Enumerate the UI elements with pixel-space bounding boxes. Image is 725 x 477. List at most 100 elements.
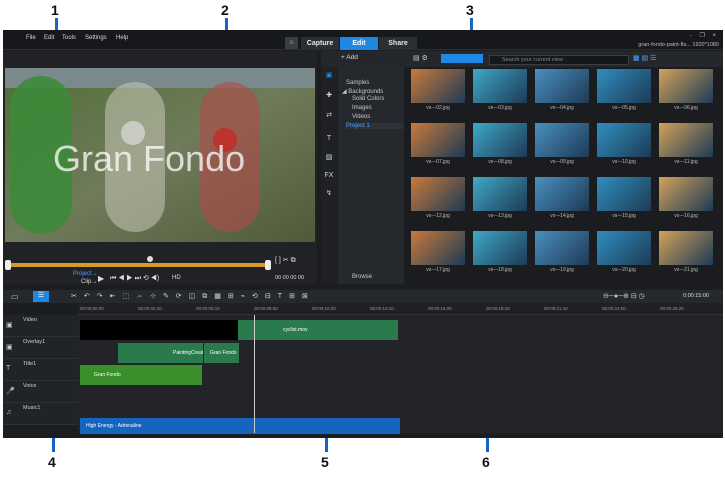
zoom-slider[interactable]: ⊖─●─⊕ ⊟ ◷ bbox=[603, 292, 645, 300]
library-category-bar: ▣ ✚ ⇄ T ▨ FX ↯ bbox=[321, 67, 337, 284]
gallery-thumbnail[interactable] bbox=[597, 231, 651, 265]
video-clip-black[interactable] bbox=[80, 320, 238, 340]
view-toggles[interactable] bbox=[441, 54, 483, 63]
ruler-tick-label: 00:00:02:20 bbox=[138, 306, 162, 311]
gallery-thumbnail[interactable] bbox=[411, 69, 465, 103]
ruler-tick-label: 00:00:18:20 bbox=[486, 306, 510, 311]
gallery-thumbnail[interactable] bbox=[473, 123, 527, 157]
instant-project-icon[interactable]: ✚ bbox=[324, 91, 334, 101]
tab-edit[interactable]: Edit bbox=[340, 37, 378, 50]
ruler-tick-label: 00:00:00:00 bbox=[80, 306, 104, 311]
hd-toggle[interactable]: HD bbox=[172, 275, 181, 281]
thumbnail-label: vs---21.jpg bbox=[674, 267, 698, 273]
track-label: Title1 bbox=[23, 361, 37, 367]
track-head-overlay: Overlay1 ▣ bbox=[3, 337, 78, 359]
track-head-music: Music1 ♫ bbox=[3, 403, 78, 425]
tree-item-images[interactable]: Images bbox=[352, 105, 372, 111]
gallery-thumbnail[interactable] bbox=[411, 177, 465, 211]
video-clip-cyclist[interactable]: cyclist.mov bbox=[238, 320, 398, 340]
thumbnail-label: vs---06.jpg bbox=[674, 105, 698, 111]
gallery-thumbnail[interactable] bbox=[535, 123, 589, 157]
gallery-thumbnail[interactable] bbox=[535, 231, 589, 265]
tab-capture[interactable]: Capture bbox=[301, 37, 339, 50]
scrubber-bar[interactable] bbox=[5, 260, 271, 270]
menu-help[interactable]: Help bbox=[116, 35, 128, 41]
menu-bar: File Edit Tools Settings Help ⌂ Capture … bbox=[3, 30, 723, 50]
ruler-tick-label: 00:00:10:20 bbox=[312, 306, 336, 311]
tab-share[interactable]: Share bbox=[379, 37, 417, 50]
thumbnail-label: vs---10.jpg bbox=[612, 159, 636, 165]
gallery-thumbnail[interactable] bbox=[535, 69, 589, 103]
preview-title-text: Gran Fondo bbox=[53, 138, 246, 179]
gallery-thumbnail[interactable] bbox=[411, 123, 465, 157]
scrubber-handle-end[interactable] bbox=[265, 260, 271, 270]
thumbnail-label: vs---18.jpg bbox=[488, 267, 512, 273]
folder-icon[interactable]: ▤ ⚙ bbox=[413, 54, 428, 62]
timeline-tracks[interactable]: cyclist.mov PaintingCreator"1 Gran Fondo… bbox=[78, 315, 723, 434]
timeline-tool-icons[interactable]: ✂↶↷⇤⬚⇔⊹✎⟳◫⧉▦⊞⌁⟲⊟T⊞⊠ bbox=[71, 292, 315, 301]
gallery-thumbnail[interactable] bbox=[473, 69, 527, 103]
video-track-icon: ▣ bbox=[6, 322, 13, 329]
timecode-display[interactable]: 00 00 00 00 bbox=[275, 275, 304, 281]
fx-icon[interactable]: FX bbox=[324, 171, 334, 181]
timeline-view-icon[interactable]: ☰ bbox=[33, 291, 49, 302]
home-icon[interactable]: ⌂ bbox=[285, 37, 298, 49]
trim-icons[interactable]: [ ] ✂ ⧉ bbox=[275, 256, 296, 265]
ruler-tick-label: 00:00:21:10 bbox=[544, 306, 568, 311]
gallery-thumbnail[interactable] bbox=[473, 177, 527, 211]
storyboard-view-icon[interactable]: ▭ bbox=[11, 292, 19, 301]
tree-item-videos[interactable]: Videos bbox=[352, 114, 370, 120]
tree-item-project[interactable]: Project 1 bbox=[346, 123, 404, 129]
library-tree: Samples ◢ Backgrounds Solid Colors Image… bbox=[338, 67, 404, 284]
graphic-icon[interactable]: ▨ bbox=[324, 153, 334, 163]
play-icon[interactable]: ▶ bbox=[98, 274, 104, 283]
project-name: gran-fondo-paint-fla... 1920*1080 bbox=[638, 42, 719, 48]
timeline-ruler[interactable]: 00:00:00:00 00:00:02:20 00:00:05:10 00:00:0… bbox=[78, 303, 723, 315]
add-folder-button[interactable]: + Add bbox=[341, 54, 358, 61]
project-mode-label[interactable]: Project→ bbox=[73, 271, 98, 277]
thumbnail-label: vs---15.jpg bbox=[612, 213, 636, 219]
gallery-thumbnail[interactable] bbox=[659, 123, 713, 157]
transition-icon[interactable]: ⇄ bbox=[324, 111, 334, 121]
gallery-thumbnail[interactable] bbox=[659, 231, 713, 265]
gallery-thumbnail[interactable] bbox=[659, 177, 713, 211]
music-clip[interactable]: High Energy - Adrenaline bbox=[80, 418, 400, 434]
gallery-thumbnail[interactable] bbox=[411, 231, 465, 265]
path-icon[interactable]: ↯ bbox=[324, 189, 334, 199]
playback-controls[interactable]: ⏮ ◀ ▶ ⏭ ⟲ ◀) bbox=[110, 274, 159, 283]
track-label: Music1 bbox=[23, 405, 41, 411]
media-icon[interactable]: ▣ bbox=[324, 71, 334, 81]
menu-settings[interactable]: Settings bbox=[85, 35, 107, 41]
title-icon[interactable]: T bbox=[324, 134, 334, 144]
thumbnail-label: vs---09.jpg bbox=[550, 159, 574, 165]
title-clip[interactable]: Gran Fondo bbox=[80, 365, 202, 385]
gallery-thumbnail[interactable] bbox=[597, 69, 651, 103]
clip-mode-label[interactable]: Clip→ bbox=[81, 279, 97, 285]
gallery-thumbnail[interactable] bbox=[597, 177, 651, 211]
window-controls[interactable]: - ❐ × bbox=[690, 32, 719, 39]
overlay-clip-painting[interactable]: PaintingCreator"1 bbox=[118, 343, 203, 363]
timeline-timecode[interactable]: 0:00:15:00 bbox=[683, 293, 709, 299]
scrubber-handle-start[interactable] bbox=[5, 260, 11, 270]
tree-item-backgrounds[interactable]: ◢ Backgrounds bbox=[342, 88, 383, 95]
overlay-clip-title[interactable]: Gran Fondo bbox=[204, 343, 239, 363]
tree-item-samples[interactable]: Samples bbox=[346, 80, 369, 86]
search-input[interactable]: Search your current view bbox=[489, 55, 629, 65]
gallery-thumbnail[interactable] bbox=[597, 123, 651, 157]
view-mode-icons[interactable]: ▦ ▤ ☰ bbox=[633, 54, 656, 62]
tree-item-solid-colors[interactable]: Solid Colors bbox=[352, 96, 384, 102]
menu-file[interactable]: File bbox=[26, 35, 36, 41]
overlay-track-icon: ▣ bbox=[6, 344, 13, 351]
playhead-marker[interactable] bbox=[147, 256, 153, 262]
annotation-2: 2 bbox=[221, 2, 229, 18]
gallery-thumbnail[interactable] bbox=[535, 177, 589, 211]
browse-button[interactable]: Browse bbox=[352, 274, 372, 280]
preview-window[interactable]: Gran Fondo bbox=[5, 68, 315, 242]
timeline-playhead[interactable] bbox=[254, 315, 255, 433]
thumbnail-label: vs---17.jpg bbox=[426, 267, 450, 273]
gallery-thumbnail[interactable] bbox=[473, 231, 527, 265]
menu-edit[interactable]: Edit bbox=[44, 35, 54, 41]
menu-tools[interactable]: Tools bbox=[62, 35, 76, 41]
gallery-thumbnail[interactable] bbox=[659, 69, 713, 103]
music-track-icon: ♫ bbox=[6, 409, 12, 416]
